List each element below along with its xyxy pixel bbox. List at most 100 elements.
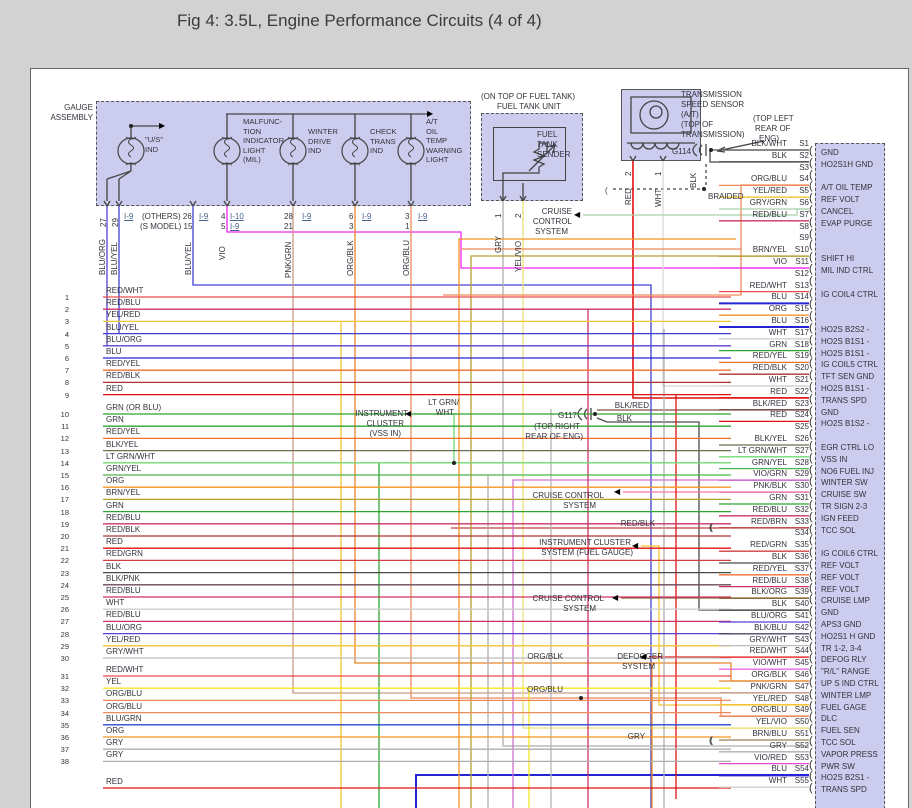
wire-color-label: BLK [689, 172, 698, 188]
connector-pin-label: S26 [794, 434, 809, 443]
connector-pin-label: S48 [794, 693, 809, 703]
connector-pin-label: S9 [799, 233, 809, 243]
left-wire-number: 36 [60, 733, 69, 742]
connector-pin-bracket: ( [809, 333, 813, 346]
left-wire-number: 19 [60, 519, 69, 529]
connector-pin-label: S36 [794, 552, 809, 561]
diagram-label: SYSTEM [563, 604, 596, 613]
connector-ref-link[interactable]: I-9 [124, 212, 133, 221]
connector-function-label: TCC SOL [821, 525, 856, 535]
left-wire-number: 12 [60, 434, 69, 444]
connector-ref-link[interactable]: I-9 [199, 212, 208, 221]
diagram-label: CONTROL [532, 217, 572, 226]
connector-function-label: IG COIL5 CTRL [821, 360, 878, 370]
connector-pin-bracket: ( [809, 381, 813, 393]
left-wire-color-label: RED/WHT [106, 286, 144, 295]
junction-dot [702, 187, 706, 191]
connector-pin-label: S50 [794, 717, 809, 727]
connector-wire-color-label: GRY [769, 740, 787, 750]
connector-pin-bracket: ( [809, 168, 813, 181]
connector-ref-link[interactable]: I-9 [302, 212, 311, 221]
connector-pin-bracket: ( [809, 239, 813, 252]
junction-dot [129, 124, 133, 128]
left-wire-number: 20 [60, 532, 69, 541]
connector-function-label: WINTER SW [821, 478, 868, 488]
connector-function-label: REF VOLT [821, 584, 860, 594]
left-wire-number: 30 [60, 654, 69, 663]
connector-pin-bracket: ( [809, 145, 813, 157]
connector-pin-label: S49 [794, 705, 809, 715]
connector-wire-color-label: VIO [773, 257, 787, 266]
diagram-label: ORG/BLK [527, 652, 563, 661]
connector-function-label: IGN FEED [821, 513, 859, 523]
connector-function-label: DEFOG RLY [821, 655, 867, 665]
wire-color-label: ORG/BLK [346, 240, 355, 276]
connector-pin-label: S53 [794, 752, 809, 762]
diagram-label: SYSTEM [535, 227, 568, 236]
left-wire-number: 1 [64, 293, 69, 302]
indicator-lamp-icon [117, 136, 145, 166]
connector-function-label: VSS IN [821, 454, 848, 464]
twisted-pair-icon: (( [709, 522, 713, 532]
connector-ref-link[interactable]: I-10 [230, 212, 244, 221]
connector-wire-color-label: BLK/ORG [751, 587, 787, 597]
diagram-label: 5 [221, 222, 226, 231]
left-wire-number: 15 [60, 471, 69, 480]
connector-pin-label: S24 [794, 410, 809, 420]
connector-wire-color-label: ORG/BLU [750, 705, 787, 715]
connector-wire-color-label: RED/WHT [749, 646, 787, 656]
left-arrow-icon: ◀ [632, 541, 639, 550]
connector-wire-color-label: YEL/RED [752, 186, 787, 196]
wire-color-label: BLU/YEL [184, 242, 193, 275]
connector-function-label: NO6 FUEL INJ [821, 466, 875, 476]
connector-pin-label: S39 [794, 587, 809, 597]
connector-ref-link[interactable]: I-9 [418, 212, 427, 221]
connector-pin-label: S6 [799, 198, 809, 207]
diagram-label: SYSTEM [563, 501, 596, 510]
connector-function-label: GND [821, 407, 839, 417]
connector-wire-color-label: ORG/BLK [751, 670, 787, 679]
connector-function-label: TRANS SPD [821, 395, 867, 405]
connector-function-label: REF VOLT [821, 572, 860, 582]
left-wire-color-label: YEL/RED [106, 634, 141, 644]
diagram-label: ORG/BLU [526, 685, 563, 694]
diagram-label: 3 [405, 212, 410, 221]
diagram-label: 4 [221, 212, 226, 221]
diagram-label: REAR OF ENG) [525, 432, 583, 441]
connector-pin-bracket: ( [809, 192, 813, 205]
left-wire-number: 16 [60, 483, 69, 493]
connector-pin-bracket: ( [809, 440, 813, 452]
wire-color-label: RED [624, 188, 633, 205]
connector-ref-link[interactable]: I-9 [230, 222, 239, 231]
connector-wire-color-label: GRN/YEL [751, 457, 787, 467]
connector-pin-label: S25 [794, 422, 809, 432]
connector-pin-bracket: ( [809, 392, 813, 405]
connector-function-label: VAPOR PRESS [821, 749, 878, 759]
connector-wire-color-label: YEL/VIO [755, 717, 787, 727]
diagram-label: REAR OF [755, 124, 791, 133]
left-wire-color-label: WHT [106, 598, 125, 608]
connector-pin-bracket: ( [809, 428, 813, 441]
connector-function-label: HO2S1H GND [821, 159, 874, 169]
connector-wire-color-label: WHT [768, 776, 787, 786]
connector-ref-link[interactable]: I-9 [362, 212, 371, 221]
connector-pin-label: S43 [794, 634, 809, 644]
connector-wire-color-label: PNK/GRN [750, 681, 787, 691]
connector-pin-bracket: ( [809, 652, 813, 665]
wire-color-label: 2 [624, 171, 633, 176]
left-wire-color-label: RED/BLK [106, 371, 141, 381]
connector-wire-color-label: RED/YEL [752, 351, 787, 361]
connector-pin-bracket: ( [809, 227, 813, 240]
left-wire-number: 29 [60, 641, 69, 651]
connector-pin-label: S11 [795, 257, 809, 266]
connector-pin-bracket: ( [809, 487, 813, 500]
wire [106, 164, 132, 201]
diagram-label: TRANSMISSION [681, 90, 742, 99]
diagram-label: ( [605, 186, 608, 195]
connector-pin-label: S45 [794, 658, 809, 668]
connector-wire-color-label: BLK [771, 150, 787, 160]
wire-color-label: WHT [654, 188, 663, 207]
diagram-label: 21 [284, 222, 293, 231]
connector-wire-color-label: VIO/WHT [752, 658, 787, 668]
connector-pin-label: S23 [794, 398, 809, 408]
